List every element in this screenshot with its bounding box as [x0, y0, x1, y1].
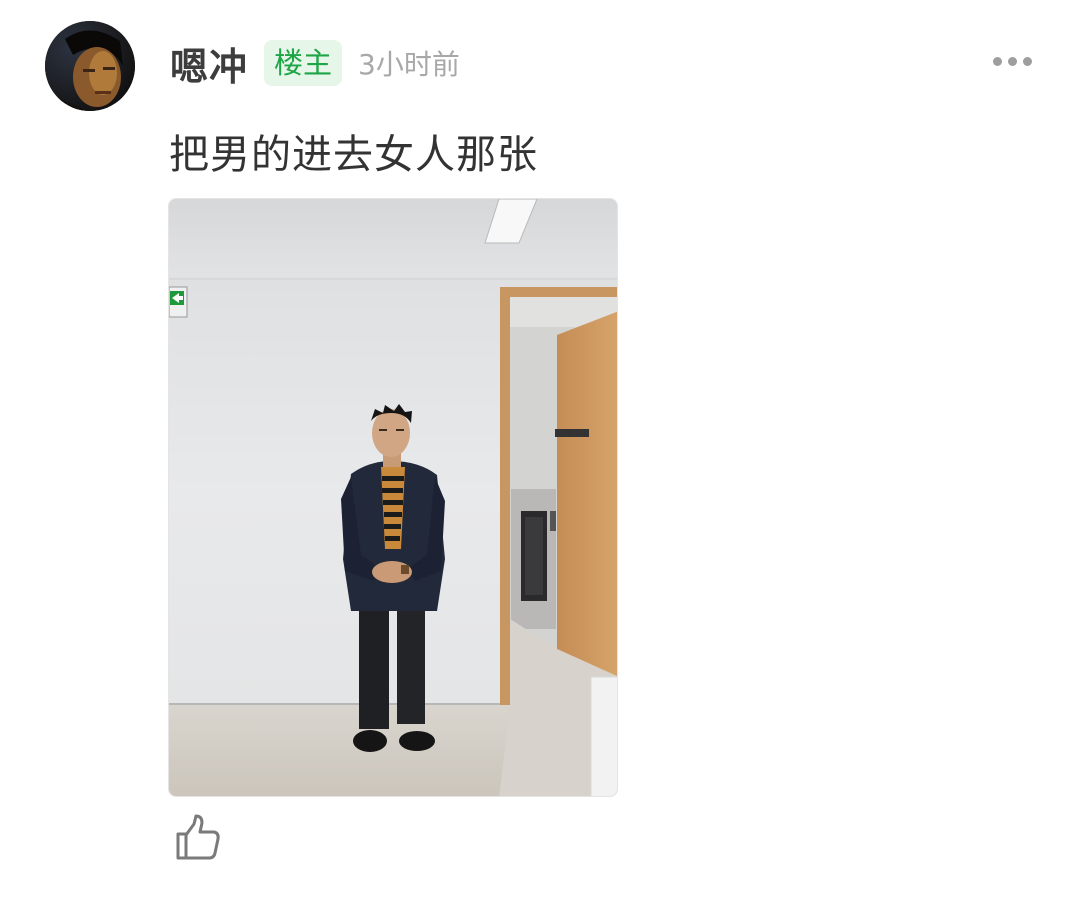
post-content: 把男的进去女人那张	[169, 132, 538, 178]
author-name[interactable]: 嗯冲	[170, 36, 248, 91]
post-time: 3小时前	[358, 48, 460, 81]
avatar-image	[45, 21, 135, 111]
thumbs-up-icon	[176, 814, 220, 860]
post-header: 嗯冲 楼主 3小时前	[170, 36, 460, 91]
photo-man-standing-in-office	[169, 199, 617, 796]
more-dots-icon	[992, 56, 1002, 66]
more-dots-icon	[1022, 56, 1032, 66]
comment-post: 嗯冲 楼主 3小时前 把男的进去女人那张	[0, 0, 1080, 921]
owner-badge: 楼主	[264, 40, 343, 86]
like-button[interactable]	[172, 812, 224, 864]
avatar[interactable]	[45, 21, 135, 111]
more-dots-icon	[1007, 56, 1017, 66]
more-options-button[interactable]	[984, 46, 1040, 76]
post-image[interactable]	[168, 198, 618, 797]
